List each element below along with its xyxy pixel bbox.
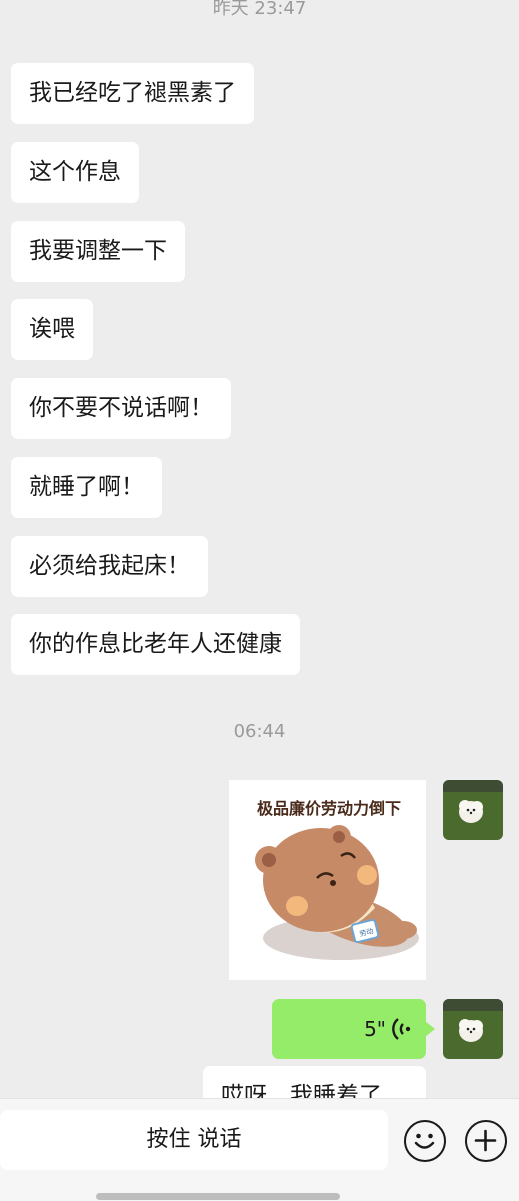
timestamp-yesterday: 昨天 23:47: [212, 0, 307, 19]
voice-message[interactable]: 5": [272, 999, 435, 1059]
message-bubble[interactable]: 诶喂: [11, 299, 93, 360]
voice-duration: 5": [364, 1017, 386, 1041]
voice-wave-icon: [392, 1018, 411, 1040]
hold-to-talk-button[interactable]: 按住 说话: [0, 1110, 388, 1170]
sticker-message[interactable]: 极品廉价劳动力倒下 劳动: [229, 780, 426, 980]
plus-circle-icon[interactable]: [465, 1120, 507, 1162]
message-bubble[interactable]: 我已经吃了褪黑素了: [11, 63, 254, 124]
timestamp-morning: 06:44: [233, 721, 286, 742]
message-bubble[interactable]: 就睡了啊！: [11, 457, 162, 518]
smiley-face-icon[interactable]: [404, 1120, 446, 1162]
message-bubble[interactable]: 我要调整一下: [11, 221, 185, 282]
message-bubble[interactable]: 这个作息: [11, 142, 139, 203]
dog-avatar-image: [443, 999, 503, 1059]
message-bubble[interactable]: 必须给我起床！: [11, 536, 208, 597]
message-bubble[interactable]: 你不要不说话啊！: [11, 378, 231, 439]
avatar[interactable]: [443, 999, 503, 1059]
dog-avatar-image: [443, 780, 503, 840]
home-indicator[interactable]: [96, 1193, 340, 1200]
sticker-caption: 极品廉价劳动力倒下: [257, 799, 401, 818]
message-bubble[interactable]: 你的作息比老年人还健康: [11, 614, 300, 675]
sleeping-bear-sticker: 极品廉价劳动力倒下 劳动: [255, 799, 419, 960]
avatar[interactable]: [443, 780, 503, 840]
